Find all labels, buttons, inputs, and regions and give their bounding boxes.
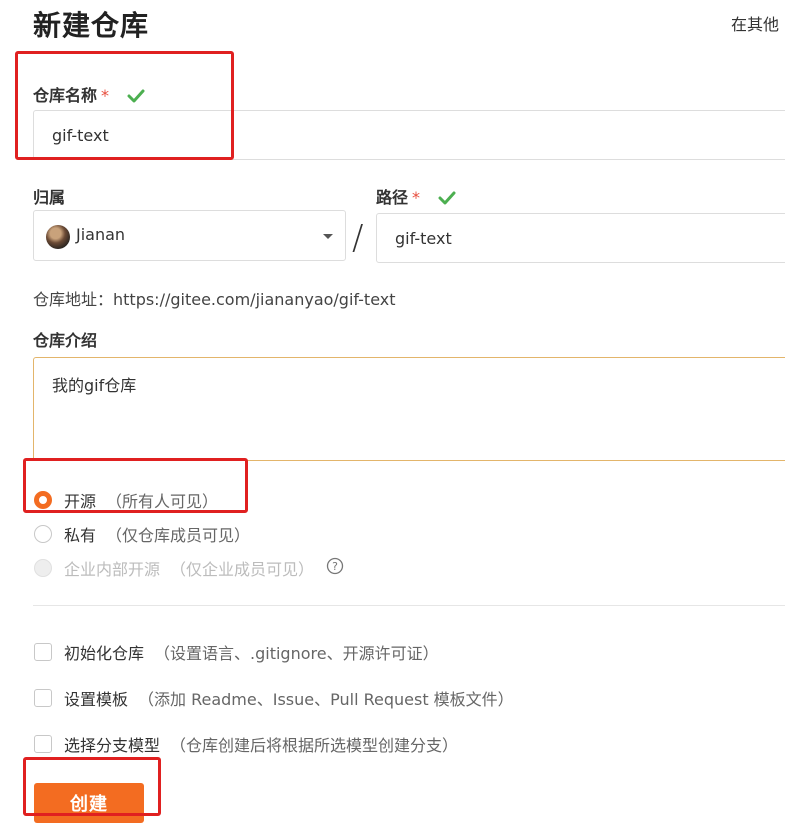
checkbox-label: 选择分支模型	[64, 736, 161, 755]
checkbox[interactable]	[34, 735, 52, 753]
radio-button[interactable]	[34, 525, 52, 543]
checkbox[interactable]	[34, 689, 52, 707]
import-from-other-link[interactable]: 在其他	[731, 11, 779, 35]
path-value: gif-text	[395, 228, 452, 248]
checkbox[interactable]	[34, 643, 52, 661]
radio-label: 私有	[64, 526, 97, 545]
description-textarea[interactable]: 我的gif仓库	[33, 357, 785, 461]
radio-note: （所有人可见）	[106, 492, 219, 511]
radio-label: 开源	[64, 492, 97, 511]
required-mark: *	[101, 86, 110, 105]
radio-note: （仅仓库成员可见）	[106, 526, 251, 545]
repo-name-label: 仓库名称 *	[33, 82, 145, 107]
owner-select[interactable]: Jianan	[33, 210, 346, 261]
avatar	[46, 225, 70, 249]
radio-private[interactable]: 私有 （仅仓库成员可见）	[34, 522, 250, 546]
repo-name-value: gif-text	[52, 125, 109, 145]
divider	[33, 605, 785, 606]
caret-down-icon	[323, 234, 333, 239]
repo-address: 仓库地址：https://gitee.com/jiananyao/gif-tex…	[33, 290, 396, 309]
required-mark: *	[412, 188, 421, 207]
path-label-text: 路径	[376, 188, 409, 207]
check-icon	[438, 190, 456, 209]
checkbox-set-template[interactable]: 设置模板 （添加 Readme、Issue、Pull Request 模板文件）	[34, 686, 514, 710]
radio-enterprise-internal: 企业内部开源 （仅企业成员可见） ?	[34, 556, 344, 580]
checkbox-note: （仓库创建后将根据所选模型创建分支）	[170, 736, 459, 755]
repo-name-input[interactable]: gif-text	[33, 110, 785, 160]
create-button[interactable]: 创建	[34, 783, 144, 823]
checkbox-init-repo[interactable]: 初始化仓库 （设置语言、.gitignore、开源许可证）	[34, 640, 439, 664]
checkbox-branch-model[interactable]: 选择分支模型 （仓库创建后将根据所选模型创建分支）	[34, 732, 458, 756]
checkbox-label: 初始化仓库	[64, 644, 145, 663]
path-label: 路径 *	[376, 184, 456, 209]
path-input[interactable]: gif-text	[376, 213, 785, 263]
description-label: 仓库介绍	[33, 331, 98, 350]
radio-button	[34, 559, 52, 577]
svg-text:?: ?	[332, 560, 338, 573]
radio-label: 企业内部开源	[64, 560, 161, 579]
checkbox-note: （设置语言、.gitignore、开源许可证）	[154, 644, 439, 663]
checkbox-label: 设置模板	[64, 690, 129, 709]
path-separator: /	[352, 218, 364, 258]
checkbox-note: （添加 Readme、Issue、Pull Request 模板文件）	[138, 690, 514, 709]
owner-label: 归属	[33, 188, 66, 207]
description-value: 我的gif仓库	[52, 376, 137, 395]
page-title: 新建仓库	[33, 9, 150, 42]
radio-note: （仅企业成员可见）	[170, 560, 315, 579]
help-icon[interactable]: ?	[326, 557, 344, 579]
owner-value: Jianan	[76, 225, 126, 244]
radio-open-source[interactable]: 开源 （所有人可见）	[34, 488, 218, 512]
radio-button[interactable]	[34, 491, 52, 509]
repo-name-label-text: 仓库名称	[33, 86, 98, 105]
check-icon	[127, 88, 145, 107]
